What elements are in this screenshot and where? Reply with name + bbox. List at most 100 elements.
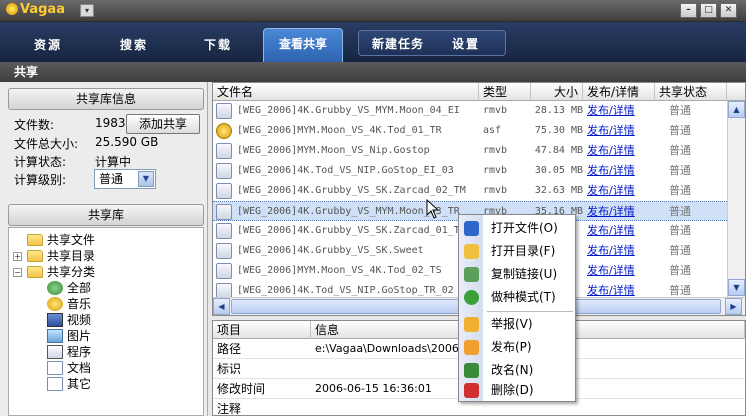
menu-label: 发布(P) [491,340,532,354]
menu-label: 复制链接(U) [491,267,558,281]
nav-view-share-tab[interactable]: 查看共享 [263,28,343,62]
tree-label: 图片 [67,329,92,343]
play-icon [464,221,479,236]
table-row[interactable]: [WEG_2006]4K.Tod_VS_NIP.GoStop_EI_03 rmv… [213,161,727,181]
detail-value: 2006-06-15 16:36:01 [315,382,432,395]
file-type: rmvb [483,185,508,196]
collapse-icon[interactable]: − [13,268,22,277]
folder-icon [27,250,43,262]
file-name: [WEG_2006]4K.Grubby_VS_SK.Zarcad_01_TS [237,225,466,236]
tree-shared-files[interactable]: 共享文件 [27,232,95,248]
video-file-icon [216,263,232,279]
tree-shared-categories[interactable]: 共享分类 [27,264,95,280]
tree-category-documents[interactable]: 文档 [47,360,91,376]
table-row[interactable]: [WEG_2006]MYM.Moon_VS_4K.Tod_01_TR asf 7… [213,121,727,141]
share-status: 普通 [669,164,691,177]
nav-downloads[interactable]: 下载 [204,36,232,53]
publish-link[interactable]: 发布/详情 [587,221,659,241]
nav-settings[interactable]: 设置 [452,35,480,52]
file-name: [WEG_2006]4K.Grubby_VS_SK.Sweet [237,245,424,256]
menu-label: 打开目录(F) [491,244,556,258]
calc-level-select[interactable]: 普通 ▼ [94,169,156,189]
file-count-value: 1983 [95,116,126,130]
file-size: 75.30 MB [534,125,583,136]
publish-link[interactable]: 发布/详情 [587,121,659,141]
tree-category-programs[interactable]: 程序 [47,344,91,360]
music-icon [47,297,63,311]
publish-link[interactable]: 发布/详情 [587,161,659,181]
library-header[interactable]: 共享库 [8,204,204,226]
video-file-icon [216,143,232,159]
menu-item-copy-link[interactable]: 复制链接(U) [459,263,575,286]
file-name: [WEG_2006]MYM.Moon_VS_Nip.Gostop [237,145,430,156]
publish-link[interactable]: 发布/详情 [587,181,659,201]
vertical-scrollbar[interactable]: ▲ ▼ [727,101,745,297]
scroll-down-icon[interactable]: ▼ [728,279,745,296]
vagaa-logo-icon [6,3,18,15]
share-status: 普通 [669,264,691,277]
menu-item-open-folder[interactable]: 打开目录(F) [459,240,575,263]
column-publish[interactable]: 发布/详情 [583,83,655,101]
table-row[interactable]: [WEG_2006]4K.Grubby_VS_MYM.Moon_04_EI rm… [213,101,727,121]
copy-link-icon [464,267,479,282]
library-info-header[interactable]: 共享库信息 [8,88,204,110]
column-item[interactable]: 项目 [213,321,311,339]
column-size[interactable]: 大小 [531,83,583,101]
calc-level-value: 普通 [99,172,124,186]
file-type: rmvb [483,105,508,116]
menu-label: 做种模式(T) [491,290,556,304]
file-list-header: 文件名 类型 大小 发布/详情 共享状态 [213,83,745,101]
tree-category-all[interactable]: 全部 [47,280,91,296]
share-status: 普通 [669,224,691,237]
tree-category-music[interactable]: 音乐 [47,296,91,312]
close-button[interactable]: ✕ [720,3,737,18]
publish-link[interactable]: 发布/详情 [587,241,659,261]
menu-item-report[interactable]: 举报(V) [459,313,575,336]
video-file-icon [216,103,232,119]
file-name: [WEG_2006]MYM.Moon_VS_4K.Tod_01_TR [237,125,442,136]
calc-status-value: 计算中 [95,155,132,169]
folder-open-icon [27,266,43,278]
tree-label: 文档 [67,361,92,375]
menu-item-open-file[interactable]: 打开文件(O) [459,217,575,240]
column-status[interactable]: 共享状态 [655,83,727,101]
file-name: [WEG_2006]4K.Grubby_VS_MYM.Moon_03_TR [237,206,460,217]
table-row[interactable]: [WEG_2006]4K.Grubby_VS_SK.Zarcad_02_TM r… [213,181,727,201]
publish-link[interactable]: 发布/详情 [587,261,659,281]
calc-status-label: 计算状态: [14,155,67,169]
chevron-down-icon[interactable]: ▼ [138,171,154,187]
file-icon [47,377,63,391]
video-file-icon [216,183,232,199]
scroll-up-icon[interactable]: ▲ [728,101,745,118]
column-name[interactable]: 文件名 [213,83,479,101]
minimize-button[interactable]: – [680,3,697,18]
app-logo: Vagaa [6,2,65,17]
tree-category-video[interactable]: 视频 [47,312,91,328]
scroll-left-icon[interactable]: ◀ [213,298,230,315]
column-type[interactable]: 类型 [479,83,531,101]
expand-icon[interactable]: + [13,252,22,261]
table-row[interactable]: [WEG_2006]MYM.Moon_VS_Nip.Gostop rmvb 47… [213,141,727,161]
nav-resources[interactable]: 资源 [34,36,62,53]
detail-key: 注释 [217,402,242,416]
tree-label: 共享目录 [47,249,96,263]
system-menu-button[interactable]: ▾ [80,4,94,17]
report-icon [464,317,479,332]
scroll-right-icon[interactable]: ▶ [725,298,742,315]
file-size: 30.05 MB [534,165,583,176]
media-file-icon [216,123,232,139]
menu-item-publish[interactable]: 发布(P) [459,336,575,359]
menu-item-seed-mode[interactable]: 做种模式(T) [459,286,575,309]
publish-link[interactable]: 发布/详情 [587,101,659,121]
publish-link[interactable]: 发布/详情 [587,141,659,161]
publish-link[interactable]: 发布/详情 [587,202,659,222]
menu-item-delete[interactable]: 删除(D) [459,379,575,402]
add-share-button[interactable]: 添加共享 [126,114,200,134]
nav-search[interactable]: 搜索 [120,36,148,53]
total-size-value: 25.590 GB [95,135,159,149]
tree-category-other[interactable]: 其它 [47,376,91,392]
tree-category-images[interactable]: 图片 [47,328,91,344]
maximize-button[interactable]: □ [700,3,717,18]
tree-shared-dirs[interactable]: 共享目录 [27,248,95,264]
nav-new-task[interactable]: 新建任务 [372,35,424,52]
